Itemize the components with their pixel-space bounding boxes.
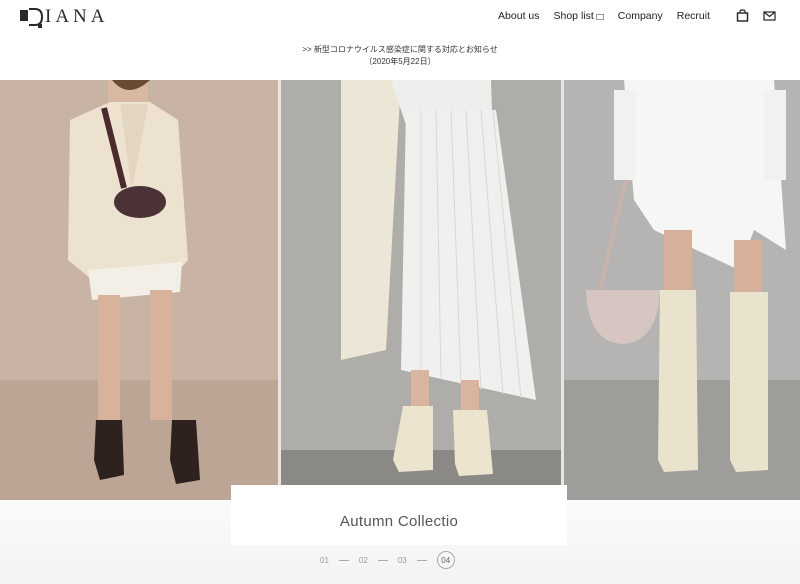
nav-company[interactable]: Company [618,10,663,22]
pager-divider [377,559,388,561]
pager-divider [416,559,427,561]
slide-caption-box: Autumn Collectio [231,485,567,545]
mail-icon[interactable] [763,9,776,22]
hero-image-2 [281,80,561,500]
site-header: IANA About us Shop list Company Recruit [0,0,800,38]
main-nav: About us Shop list Company Recruit [498,10,710,22]
shopping-bag-icon[interactable] [736,9,749,22]
page-02[interactable]: 02 [359,556,368,565]
page-03[interactable]: 03 [398,556,407,565]
hero-image-3 [564,80,800,500]
nav-recruit[interactable]: Recruit [677,10,710,22]
pager-divider [338,559,349,561]
covid-notice-link[interactable]: >> 新型コロナウイルス感染症に関する対応とお知らせ [0,44,800,56]
external-link-icon [595,14,604,20]
logo-mark-icon [18,5,44,29]
nav-shop-list-label: Shop list [553,10,594,22]
page-01[interactable]: 01 [320,556,329,565]
header-icons [736,9,776,22]
brand-name: IANA [45,6,109,27]
nav-about-us[interactable]: About us [498,10,539,22]
hero-image-1 [0,80,278,500]
covid-notice-date: （2020年5月22日） [364,57,436,66]
covid-notice: >> 新型コロナウイルス感染症に関する対応とお知らせ （2020年5月22日） [0,44,800,68]
brand-logo[interactable]: IANA [18,5,109,29]
slider-pagination: 01 02 03 04 [320,551,455,569]
page-04-active[interactable]: 04 [436,551,455,569]
hero-slider[interactable] [0,80,800,500]
nav-shop-list[interactable]: Shop list [554,10,604,22]
slide-caption: Autumn Collectio [339,513,459,530]
